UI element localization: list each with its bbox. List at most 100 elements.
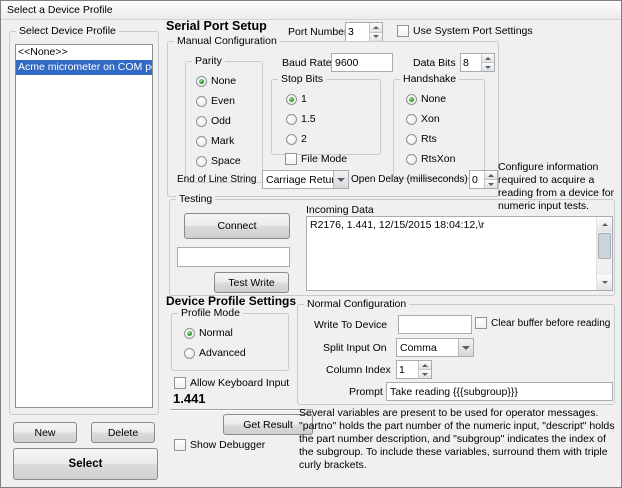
chevron-up-icon[interactable]: [482, 54, 494, 63]
group-label: Testing: [176, 193, 215, 205]
radio-label: Advanced: [199, 347, 246, 359]
split-input-select[interactable]: Comma: [396, 338, 474, 357]
open-delay-label: Open Delay (milliseconds): [351, 174, 468, 185]
connect-button[interactable]: Connect: [184, 213, 290, 239]
list-item[interactable]: Acme micrometer on COM port 3: [16, 60, 152, 75]
port-number-input[interactable]: [346, 23, 369, 41]
handshake-radio-rtsxon[interactable]: RtsXon: [406, 153, 455, 165]
data-bits-stepper[interactable]: [460, 53, 495, 72]
chevron-down-icon[interactable]: [370, 33, 382, 42]
incoming-data-textarea[interactable]: R2176, 1.441, 12/15/2015 18:04:12,\r: [306, 216, 613, 291]
result-value: 1.441: [173, 391, 206, 406]
scrollbar[interactable]: [596, 217, 612, 290]
radio-label: Rts: [421, 133, 437, 145]
radio-icon: [286, 114, 297, 125]
chevron-up-icon[interactable]: [419, 361, 431, 370]
list-item[interactable]: <<None>>: [16, 45, 152, 60]
scrollbar-thumb[interactable]: [598, 233, 611, 259]
open-delay-stepper[interactable]: [469, 170, 498, 189]
radio-label: 2: [301, 133, 307, 145]
scrollbar-track[interactable]: [597, 232, 612, 275]
radio-label: 1.5: [301, 113, 316, 125]
baud-rate-input[interactable]: [331, 53, 393, 72]
checkbox-icon: [397, 25, 409, 37]
titlebar[interactable]: Select a Device Profile: [1, 1, 621, 20]
radio-icon: [184, 348, 195, 359]
checkbox-label: File Mode: [301, 153, 347, 165]
chevron-up-icon[interactable]: [597, 217, 612, 232]
column-index-stepper[interactable]: [396, 360, 432, 379]
window-title: Select a Device Profile: [7, 4, 113, 16]
stop-bits-radio-2[interactable]: 2: [286, 133, 307, 145]
data-bits-input[interactable]: [461, 54, 481, 71]
radio-icon: [196, 116, 207, 127]
radio-label: None: [421, 93, 446, 105]
handshake-radio-xon[interactable]: Xon: [406, 113, 440, 125]
parity-radio-odd[interactable]: Odd: [196, 115, 231, 127]
stop-bits-group: Stop Bits 1 1.5 2: [271, 79, 381, 155]
column-index-input[interactable]: [397, 361, 418, 378]
prompt-label: Prompt: [349, 386, 383, 398]
stop-bits-radio-1[interactable]: 1: [286, 93, 307, 105]
radio-icon: [406, 114, 417, 125]
chevron-down-icon: [458, 339, 473, 356]
chevron-up-icon[interactable]: [370, 23, 382, 33]
stop-bits-radio-1-5[interactable]: 1.5: [286, 113, 316, 125]
end-of-line-label: End of Line String: [177, 174, 257, 185]
profile-mode-radio-normal[interactable]: Normal: [184, 327, 233, 339]
result-divider: [171, 409, 313, 411]
profile-mode-radio-advanced[interactable]: Advanced: [184, 347, 246, 359]
delete-button[interactable]: Delete: [91, 422, 155, 443]
handshake-radio-none[interactable]: None: [406, 93, 446, 105]
parity-radio-mark[interactable]: Mark: [196, 135, 234, 147]
end-of-line-select[interactable]: Carriage Return: [262, 170, 349, 189]
write-to-device-input[interactable]: [398, 315, 472, 334]
radio-icon: [196, 136, 207, 147]
radio-label: 1: [301, 93, 307, 105]
parity-radio-even[interactable]: Even: [196, 95, 235, 107]
show-debugger-checkbox[interactable]: Show Debugger: [174, 439, 265, 451]
selected-option: Carriage Return: [263, 171, 333, 188]
use-system-port-checkbox[interactable]: Use System Port Settings: [397, 25, 533, 37]
parity-radio-space[interactable]: Space: [196, 155, 241, 167]
clear-buffer-checkbox[interactable]: Clear buffer before reading: [475, 317, 610, 329]
radio-icon: [196, 96, 207, 107]
chevron-down-icon[interactable]: [419, 370, 431, 378]
port-number-stepper[interactable]: [345, 22, 383, 42]
chevron-down-icon[interactable]: [597, 275, 612, 290]
prompt-input[interactable]: [386, 382, 613, 401]
column-index-label: Column Index: [326, 364, 391, 376]
allow-keyboard-input-checkbox[interactable]: Allow Keyboard Input: [174, 377, 289, 389]
select-button[interactable]: Select: [13, 448, 158, 480]
open-delay-input[interactable]: [470, 171, 484, 188]
device-list[interactable]: <<None>> Acme micrometer on COM port 3: [15, 44, 153, 408]
checkbox-label: Show Debugger: [190, 439, 265, 451]
profile-mode-group: Profile Mode Normal Advanced: [171, 313, 289, 371]
group-label: Select Device Profile: [16, 25, 119, 37]
file-mode-checkbox[interactable]: File Mode: [285, 153, 347, 165]
baud-rate-label: Baud Rate: [282, 57, 332, 69]
device-list-group: Select Device Profile <<None>> Acme micr…: [9, 31, 159, 415]
radio-label: None: [211, 75, 236, 87]
parity-radio-none[interactable]: None: [196, 75, 236, 87]
handshake-radio-rts[interactable]: Rts: [406, 133, 437, 145]
chevron-up-icon[interactable]: [485, 171, 497, 180]
checkbox-icon: [285, 153, 297, 165]
new-button[interactable]: New: [13, 422, 77, 443]
radio-label: Odd: [211, 115, 231, 127]
split-input-label: Split Input On: [323, 342, 387, 354]
stepper-arrows: [484, 171, 497, 188]
test-write-button[interactable]: Test Write: [214, 272, 289, 293]
port-number-label: Port Number: [288, 26, 348, 38]
checkbox-label: Use System Port Settings: [413, 25, 533, 37]
radio-icon: [406, 154, 417, 165]
radio-label: RtsXon: [421, 153, 455, 165]
radio-icon: [406, 94, 417, 105]
chevron-down-icon[interactable]: [485, 180, 497, 188]
serial-port-setup-heading: Serial Port Setup: [166, 19, 267, 33]
checkbox-icon: [475, 317, 487, 329]
test-write-input[interactable]: [177, 247, 290, 267]
radio-label: Mark: [211, 135, 234, 147]
chevron-down-icon[interactable]: [482, 63, 494, 71]
variables-note: Several variables are present to be used…: [299, 407, 617, 472]
